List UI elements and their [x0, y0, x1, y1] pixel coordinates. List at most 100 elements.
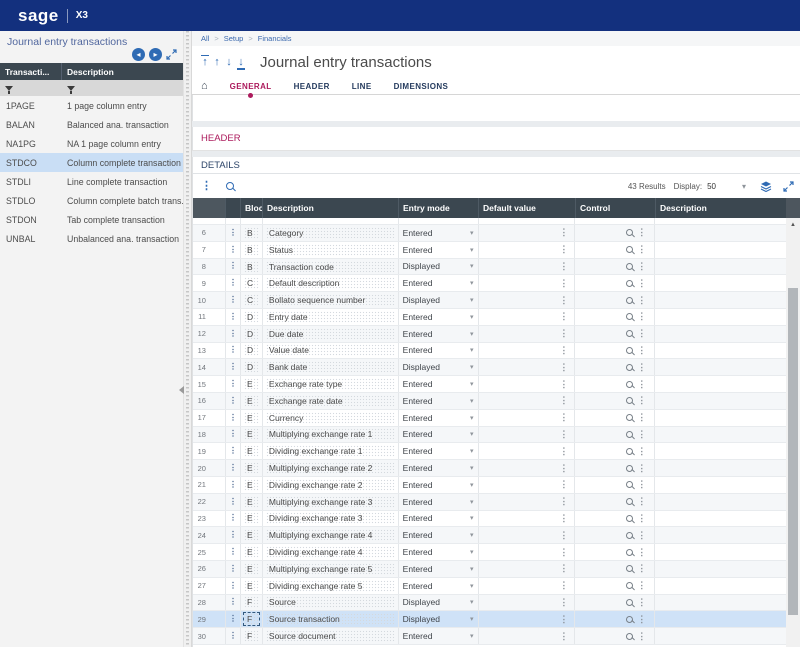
- row-actions-icon[interactable]: ⋮: [637, 497, 646, 506]
- display-dropdown-caret[interactable]: ▾: [742, 182, 746, 191]
- row-drag-handle[interactable]: ⋮: [229, 464, 237, 472]
- entry-mode-caret[interactable]: ▾: [470, 514, 478, 522]
- entry-mode-cell[interactable]: Entered▾: [399, 242, 479, 258]
- header-section[interactable]: HEADER: [192, 127, 800, 151]
- row-drag-handle[interactable]: ⋮: [229, 615, 237, 623]
- block-cell[interactable]: C: [244, 277, 259, 289]
- entry-mode-cell[interactable]: Entered▾: [399, 326, 479, 342]
- table-row[interactable]: 17⋮ECurrencyEntered▾⋮⋮: [193, 410, 786, 427]
- lookup-icon[interactable]: [626, 280, 633, 287]
- row-actions-icon[interactable]: ⋮: [559, 598, 568, 607]
- table-row[interactable]: 26⋮EMultiplying exchange rate 5Entered▾⋮…: [193, 561, 786, 578]
- entry-mode-cell[interactable]: Entered▾: [399, 460, 479, 476]
- entry-mode-caret[interactable]: ▾: [470, 447, 478, 455]
- row-actions-icon[interactable]: ⋮: [559, 480, 568, 489]
- lookup-icon[interactable]: [626, 229, 633, 236]
- table-row[interactable]: 29⋮FSource transactionDisplayed▾⋮⋮: [193, 611, 786, 628]
- table-row[interactable]: 19⋮EDividing exchange rate 1Entered▾⋮⋮: [193, 443, 786, 460]
- description2-cell[interactable]: [655, 259, 786, 275]
- entry-mode-cell[interactable]: Entered▾: [399, 443, 479, 459]
- control-cell[interactable]: ⋮: [575, 477, 655, 493]
- lookup-icon[interactable]: [626, 246, 633, 253]
- entry-mode-cell[interactable]: Entered▾: [399, 376, 479, 392]
- lookup-icon[interactable]: [626, 633, 633, 640]
- description-cell[interactable]: Status: [266, 244, 395, 256]
- entry-mode-caret[interactable]: ▾: [470, 430, 478, 438]
- row-actions-icon[interactable]: ⋮: [637, 581, 646, 590]
- list-item[interactable]: STDONTab complete transaction: [0, 210, 183, 229]
- entry-mode-caret[interactable]: ▾: [470, 632, 478, 640]
- scrollbar-track[interactable]: ▲: [786, 218, 800, 647]
- breadcrumb-item-setup[interactable]: Setup: [224, 34, 244, 43]
- default-value-cell[interactable]: ⋮: [479, 427, 576, 443]
- control-cell[interactable]: ⋮: [575, 309, 655, 325]
- control-cell[interactable]: ⋮: [575, 511, 655, 527]
- control-cell[interactable]: ⋮: [575, 544, 655, 560]
- entry-mode-cell[interactable]: Entered▾: [399, 544, 479, 560]
- lookup-icon[interactable]: [626, 498, 633, 505]
- entry-mode-caret[interactable]: ▾: [470, 598, 478, 606]
- lookup-icon[interactable]: [626, 313, 633, 320]
- row-drag-handle[interactable]: ⋮: [229, 481, 237, 489]
- row-actions-icon[interactable]: ⋮: [637, 380, 646, 389]
- expand-panel-icon[interactable]: [166, 49, 177, 60]
- entry-mode-caret[interactable]: ▾: [470, 565, 478, 573]
- entry-mode-caret[interactable]: ▾: [470, 246, 478, 254]
- grid-menu-icon[interactable]: ⋮: [201, 181, 212, 192]
- entry-mode-caret[interactable]: ▾: [470, 397, 478, 405]
- entry-mode-cell[interactable]: Entered▾: [399, 343, 479, 359]
- default-value-cell[interactable]: ⋮: [479, 275, 576, 291]
- tab-line[interactable]: LINE: [352, 82, 372, 91]
- entry-mode-caret[interactable]: ▾: [470, 615, 478, 623]
- description-cell[interactable]: Exchange rate date: [266, 395, 395, 407]
- entry-mode-cell[interactable]: Entered▾: [399, 393, 479, 409]
- row-actions-icon[interactable]: ⋮: [559, 464, 568, 473]
- row-actions-icon[interactable]: ⋮: [637, 245, 646, 254]
- description2-cell[interactable]: [655, 275, 786, 291]
- block-cell[interactable]: E: [244, 395, 259, 407]
- lookup-icon[interactable]: [626, 263, 633, 270]
- block-cell[interactable]: B: [244, 261, 259, 273]
- control-cell[interactable]: ⋮: [575, 326, 655, 342]
- entry-mode-cell[interactable]: Displayed▾: [399, 259, 479, 275]
- block-cell[interactable]: E: [244, 529, 259, 541]
- list-header-code[interactable]: Transacti...: [0, 63, 62, 80]
- list-item[interactable]: UNBALUnbalanced ana. transaction: [0, 229, 183, 248]
- lookup-icon[interactable]: [626, 347, 633, 354]
- default-value-cell[interactable]: ⋮: [479, 410, 576, 426]
- entry-mode-caret[interactable]: ▾: [470, 229, 478, 237]
- description-cell[interactable]: Dividing exchange rate 3: [266, 512, 395, 524]
- lookup-icon[interactable]: [626, 582, 633, 589]
- description2-cell[interactable]: [655, 628, 786, 644]
- entry-mode-cell[interactable]: Entered▾: [399, 511, 479, 527]
- row-drag-handle[interactable]: ⋮: [229, 363, 237, 371]
- row-actions-icon[interactable]: ⋮: [559, 632, 568, 641]
- entry-mode-caret[interactable]: ▾: [470, 498, 478, 506]
- row-drag-handle[interactable]: ⋮: [229, 514, 237, 522]
- table-row[interactable]: 16⋮EExchange rate dateEntered▾⋮⋮: [193, 393, 786, 410]
- row-actions-icon[interactable]: ⋮: [637, 632, 646, 641]
- table-row[interactable]: 18⋮EMultiplying exchange rate 1Entered▾⋮…: [193, 427, 786, 444]
- column-description-2[interactable]: Description: [656, 198, 787, 218]
- control-cell[interactable]: ⋮: [575, 427, 655, 443]
- description-cell[interactable]: Multiplying exchange rate 2: [266, 462, 395, 474]
- column-description[interactable]: Description: [263, 198, 399, 218]
- first-record-icon[interactable]: ↑: [199, 57, 211, 68]
- block-cell[interactable]: E: [244, 546, 259, 558]
- block-cell[interactable]: E: [244, 378, 259, 390]
- control-cell[interactable]: ⋮: [575, 292, 655, 308]
- column-default-value[interactable]: Default value: [479, 198, 576, 218]
- description2-cell[interactable]: [655, 561, 786, 577]
- previous-record-icon[interactable]: ↑: [211, 57, 223, 68]
- row-actions-icon[interactable]: ⋮: [559, 615, 568, 624]
- block-cell[interactable]: E: [244, 512, 259, 524]
- block-cell[interactable]: F: [244, 613, 259, 625]
- default-value-cell[interactable]: ⋮: [479, 242, 576, 258]
- display-value[interactable]: 50: [707, 182, 716, 191]
- next-record-button[interactable]: ▸: [149, 48, 162, 61]
- entry-mode-caret[interactable]: ▾: [470, 346, 478, 354]
- default-value-cell[interactable]: ⋮: [479, 611, 576, 627]
- collapse-panel-arrow[interactable]: [179, 386, 184, 394]
- description-cell[interactable]: Multiplying exchange rate 1: [266, 428, 395, 440]
- control-cell[interactable]: ⋮: [575, 259, 655, 275]
